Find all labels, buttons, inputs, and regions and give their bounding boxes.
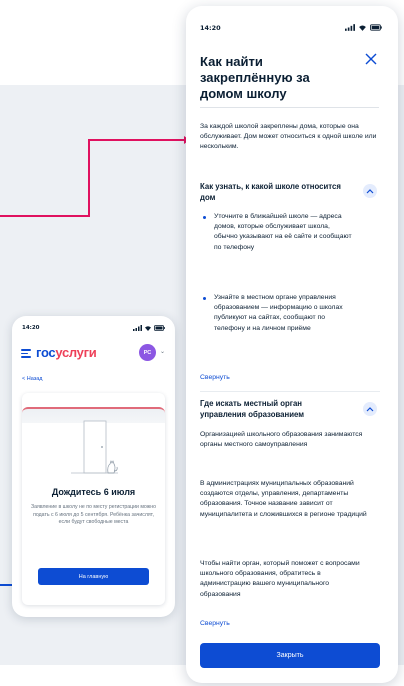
section2-collapse-link[interactable]: Свернуть <box>200 620 230 627</box>
chevron-up-icon[interactable] <box>363 184 377 198</box>
back-link[interactable]: < Назад <box>22 376 43 382</box>
signal-icon <box>133 325 142 331</box>
chevron-down-icon[interactable]: ⌄ <box>160 348 165 355</box>
wifi-icon <box>359 25 366 31</box>
chevron-up-icon[interactable] <box>363 402 377 416</box>
title-divider <box>200 107 379 108</box>
section2-paragraph-1: Организацией школьного образования заним… <box>200 431 363 449</box>
status-bar: 14:20 <box>12 316 175 338</box>
menu-icon[interactable] <box>21 349 31 358</box>
battery-icon <box>370 24 382 31</box>
home-button[interactable]: На главную <box>38 568 149 585</box>
section1-bullet-1: Уточните в ближайшей школе — адреса домо… <box>214 213 352 251</box>
close-icon[interactable] <box>364 52 378 66</box>
phone-mockup-large: 14:20 Как найти закреплённую за домом шк… <box>186 6 398 683</box>
phone-mockup-small: 14:20 госуслуги РС ⌄ < Назад Дождитесь 6… <box>12 316 175 617</box>
section2-heading[interactable]: Где искать местный орган управления обра… <box>200 399 350 420</box>
section-divider <box>200 391 380 392</box>
section1-bullet-2: Узнайте в местном органе управления обра… <box>214 294 343 332</box>
card-text: Заявление в школу не по месту регистраци… <box>31 504 156 526</box>
status-time: 14:20 <box>200 24 221 32</box>
connector-line-top <box>0 139 184 217</box>
door-cat-illustration <box>71 420 118 474</box>
modal-title: Как найти закреплённую за домом школу <box>200 54 310 101</box>
section1-collapse-link[interactable]: Свернуть <box>200 374 230 381</box>
info-card: Дождитесь 6 июля Заявление в школу не по… <box>22 393 165 605</box>
section2-paragraph-3: Чтобы найти орган, который поможет с воп… <box>200 560 360 598</box>
section1-heading[interactable]: Как узнать, к какой школе относится дом <box>200 182 350 203</box>
signal-icon <box>345 24 355 31</box>
intro-text: За каждой школой закреплены дома, которы… <box>200 123 377 151</box>
card-title: Дождитесь 6 июля <box>51 487 136 497</box>
app-header: госуслуги РС ⌄ <box>12 340 175 370</box>
bullet-dot <box>203 297 206 300</box>
avatar[interactable]: РС <box>139 344 156 361</box>
bullet-dot <box>203 216 206 219</box>
status-time: 14:20 <box>22 325 40 331</box>
status-icons <box>345 24 382 31</box>
gosuslugi-logo[interactable]: госуслуги <box>36 345 97 360</box>
battery-icon <box>154 325 165 331</box>
section2-paragraph-2: В администрациях муниципальных образован… <box>200 480 367 518</box>
close-button[interactable]: Закрыть <box>200 643 380 668</box>
wifi-icon <box>145 326 151 331</box>
status-icons <box>133 325 165 331</box>
